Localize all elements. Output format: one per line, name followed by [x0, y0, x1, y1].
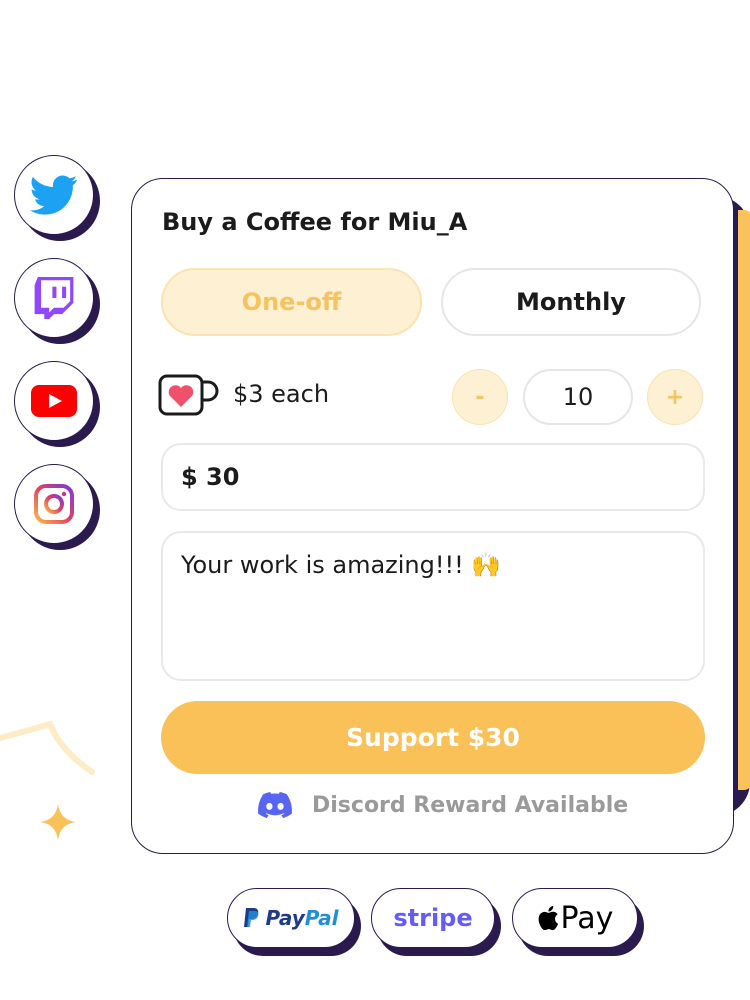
twitch-icon: [34, 277, 74, 319]
apple-icon: [538, 906, 558, 931]
quantity-field[interactable]: 10: [523, 369, 633, 425]
decrement-button[interactable]: -: [452, 369, 508, 425]
message-textarea[interactable]: Your work is amazing!!! 🙌: [161, 531, 705, 681]
support-button[interactable]: Support $30: [161, 701, 705, 774]
card-accent-edge: [738, 210, 750, 790]
apple-pay-badge: Pay: [512, 888, 644, 956]
instagram-button[interactable]: [14, 464, 100, 550]
apple-pay-label: Pay: [560, 900, 614, 936]
increment-button[interactable]: +: [647, 369, 703, 425]
sparkle-icon: [40, 804, 76, 840]
discord-reward-label: Discord Reward Available: [312, 792, 629, 818]
youtube-button[interactable]: [14, 361, 100, 447]
tab-monthly[interactable]: Monthly: [441, 268, 701, 336]
tab-one-off[interactable]: One-off: [161, 268, 422, 336]
discord-reward-row: Discord Reward Available: [258, 792, 628, 818]
card-title: Buy a Coffee for Miu_A: [162, 208, 468, 236]
stripe-label: stripe: [393, 904, 473, 932]
instagram-icon: [34, 484, 74, 524]
twitter-icon: [30, 175, 78, 215]
paypal-badge: PayPal: [227, 888, 361, 956]
paypal-label-a: Pay: [265, 906, 305, 930]
twitter-button[interactable]: [14, 155, 100, 241]
stripe-badge: stripe: [371, 888, 501, 956]
coffee-mug-icon: [158, 374, 219, 416]
twitch-button[interactable]: [14, 258, 100, 344]
swoosh-decoration: [0, 720, 95, 775]
paypal-icon: [244, 908, 259, 927]
paypal-label-b: Pal: [304, 906, 339, 930]
discord-icon: [258, 792, 292, 818]
youtube-icon: [31, 385, 77, 417]
unit-price-label: $3 each: [233, 380, 330, 408]
amount-field[interactable]: $ 30: [161, 443, 705, 511]
